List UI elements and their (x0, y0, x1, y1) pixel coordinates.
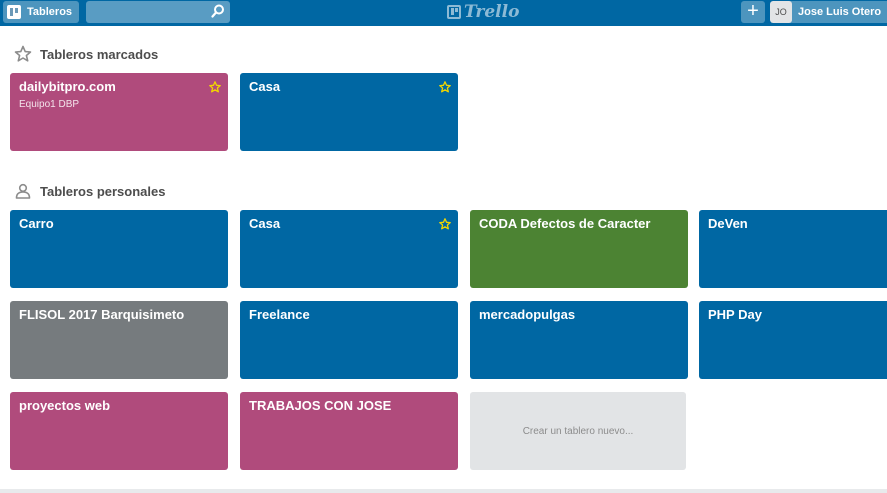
board-name: Casa (249, 216, 281, 231)
starred-boards-heading: Tableros marcados (14, 45, 158, 63)
star-icon[interactable] (439, 81, 451, 93)
star-icon[interactable] (439, 218, 451, 230)
member-menu[interactable]: JO Jose Luis Otero (770, 1, 887, 23)
search-input[interactable] (86, 1, 206, 23)
board-team: Equipo1 DBP (19, 99, 80, 110)
star-outline-icon (14, 45, 32, 62)
add-button[interactable]: + (741, 1, 765, 23)
board-tile-phpday[interactable]: PHP Day (699, 301, 887, 379)
top-header: Tableros Trello + JO Jose Luis Otero (0, 0, 887, 26)
board-name: FLISOL 2017 Barquisimeto (19, 307, 185, 322)
board-name: proyectos web (19, 398, 111, 413)
board-tile-trabajos-con-jose[interactable]: TRABAJOS CON JOSE (240, 392, 458, 470)
board-name: Casa (249, 79, 281, 94)
page-bottom-edge (0, 489, 887, 493)
avatar: JO (770, 1, 792, 23)
personal-boards-heading: Tableros personales (14, 182, 165, 200)
board-tile-dailybitpro[interactable]: dailybitpro.com Equipo1 DBP (10, 73, 228, 151)
person-icon (15, 183, 31, 199)
board-name: DeVen (708, 216, 748, 231)
boards-button-label: Tableros (27, 6, 73, 18)
create-board-label: Crear un tablero nuevo... (522, 425, 634, 437)
board-tile-casa-starred[interactable]: Casa (240, 73, 458, 151)
trello-logo[interactable]: Trello (447, 0, 519, 24)
star-icon[interactable] (209, 81, 221, 93)
board-tile-deven[interactable]: DeVen (699, 210, 887, 288)
board-tile-mercadopulgas[interactable]: mercadopulgas (470, 301, 688, 379)
trello-logo-icon (447, 5, 461, 19)
board-name: mercadopulgas (479, 307, 576, 322)
board-name: PHP Day (708, 307, 762, 322)
create-board-tile[interactable]: Crear un tablero nuevo... (470, 392, 686, 470)
search-icon[interactable] (211, 4, 225, 18)
board-tile-casa[interactable]: Casa (240, 210, 458, 288)
board-tile-coda[interactable]: CODA Defectos de Caracter (470, 210, 688, 288)
search-box[interactable] (86, 1, 230, 23)
board-name: CODA Defectos de Caracter (479, 216, 651, 231)
board-name: Freelance (249, 307, 310, 322)
starred-boards-title: Tableros marcados (40, 46, 159, 62)
board-tile-flisol[interactable]: FLISOL 2017 Barquisimeto (10, 301, 228, 379)
board-tile-carro[interactable]: Carro (10, 210, 228, 288)
board-name: dailybitpro.com (19, 79, 116, 94)
board-tile-freelance[interactable]: Freelance (240, 301, 458, 379)
user-name: Jose Luis Otero (798, 6, 882, 18)
board-name: TRABAJOS CON JOSE (249, 398, 392, 413)
trello-logo-text: Trello (464, 2, 520, 22)
board-tile-proyectos-web[interactable]: proyectos web (10, 392, 228, 470)
personal-boards-title: Tableros personales (40, 183, 166, 199)
board-name: Carro (19, 216, 54, 231)
boards-icon (7, 5, 21, 19)
boards-button[interactable]: Tableros (3, 1, 79, 23)
